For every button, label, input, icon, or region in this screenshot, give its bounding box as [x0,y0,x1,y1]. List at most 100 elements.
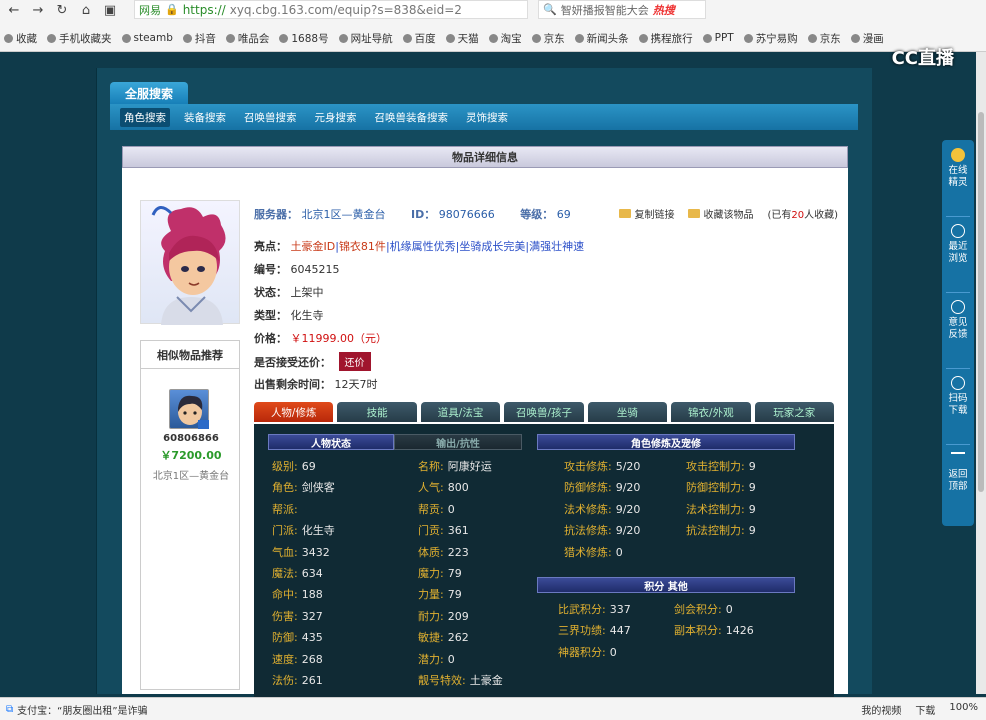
bag-icon[interactable]: ▣ [102,2,118,18]
char-stat-row: 门派: 化生寺 [272,522,335,538]
bookmark-label: 抖音 [194,32,216,45]
output-resist-header[interactable]: 输出/抗性 [394,434,522,450]
char-stat-row: 级别: 69 [272,458,316,474]
bookmark-item[interactable]: PPT [702,32,734,44]
detail-tab[interactable]: 道具/法宝 [420,402,501,422]
control-row: 抗法控制力: 9 [686,522,756,538]
right-sidebar-item[interactable]: 返回顶部 [942,452,974,493]
bookmark-label: 收藏 [16,32,37,45]
page-scrollbar[interactable] [976,52,986,694]
bookmark-label: 手机收藏夹 [59,32,112,45]
stat-value: 262 [447,631,469,645]
control-row: 攻击控制力: 9 [686,458,756,474]
detail-tab[interactable]: 人物/修炼 [254,402,334,422]
folder-icon [619,209,632,218]
subnav-item[interactable]: 召唤兽装备搜索 [371,108,453,127]
stat-value: 阿康好运 [447,460,492,473]
bookmark-item[interactable]: 天猫 [445,31,479,46]
right-sidebar-divider [946,292,970,293]
scrollbar-thumb[interactable] [978,112,984,492]
server-value: 北京1区—黄金台 [301,208,386,221]
bookmark-item[interactable]: 苏宁易购 [743,31,798,46]
bookmark-item[interactable]: 携程旅行 [638,31,693,46]
tab-all-server-search[interactable]: 全服搜索 [110,82,188,104]
stat-value: 1426 [725,624,754,638]
stat-key: 副本积分: [674,624,722,638]
number-value: 6045215 [290,263,340,276]
similar-item-id[interactable]: 60806866 [141,433,241,444]
bookmark-item[interactable]: 淘宝 [488,31,522,46]
bookmark-label: 京东 [819,32,841,45]
similar-item-avatar[interactable] [169,389,209,429]
right-sidebar-item[interactable]: 意见反馈 [942,300,974,341]
my-video-button[interactable]: 我的视频 [861,702,901,717]
stat-key: 人气: [418,481,444,495]
character-detail-panel: 人物状态 输出/抗性 角色修炼及宠修 积分 其他 级别: 69 角色: 剑侠客 帮派: 门… [254,424,834,698]
right-sidebar-item[interactable]: 最近浏览 [942,224,974,265]
bookmark-item[interactable]: 漫画 [850,31,884,46]
forward-icon[interactable]: → [30,2,46,18]
subnav-item[interactable]: 元身搜索 [311,108,361,127]
bookmark-icon [4,33,13,43]
collect-count: 20 [791,210,805,221]
sprite-icon [951,148,965,162]
right-sidebar-item[interactable]: 在线精灵 [942,148,974,189]
copy-link-button[interactable]: 复制链接 [619,206,674,221]
stat-value: 土豪金 [469,674,503,687]
clock-icon [951,224,965,238]
remain-time-value: 12天7时 [334,378,378,391]
bookmark-item[interactable]: 百度 [402,31,436,46]
folder-icon [688,209,701,218]
stat-value: 剑侠客 [301,481,335,495]
bookmark-label: 携程旅行 [650,32,693,45]
browser-search[interactable]: 🔍 智妍播报智能大会 热搜 [538,0,706,19]
counter-offer-button[interactable]: 还价 [338,352,371,371]
detail-tab[interactable]: 坐骑 [587,402,668,422]
back-icon[interactable]: ← [6,2,22,18]
item-actions: 复制链接 收藏该物品 (已有20人收藏) [619,206,838,221]
subnav-item[interactable]: 装备搜索 [180,108,230,127]
zoom-level[interactable]: 100% [949,702,978,717]
bookmark-item[interactable]: 京东 [531,31,565,46]
detail-tab[interactable]: 锦衣/外观 [671,402,751,422]
stat-key: 耐力: [418,609,444,623]
bookmark-item[interactable]: 新闻头条 [574,31,629,46]
bookmark-item[interactable]: steamb [121,32,173,44]
detail-tab[interactable]: 技能 [337,402,417,422]
bookmark-item[interactable]: 网址导航 [338,31,393,46]
points-row: 三界功绩: 447 [558,622,631,638]
bookmark-label: 漫画 [862,32,884,45]
level-value: 69 [556,208,571,221]
right-sidebar-divider [946,444,970,445]
right-sidebar-item[interactable]: 扫码下载 [942,376,974,417]
detail-tab[interactable]: 玩家之家 [754,402,834,422]
stat-value: 3432 [301,545,330,559]
detail-tabs: 人物/修炼 技能 道具/法宝 召唤兽/孩子 坐骑 锦衣/外观 玩家之家 [254,402,834,424]
reload-icon[interactable]: ↻ [54,2,70,18]
bookmark-item[interactable]: 抖音 [182,31,216,46]
bookmark-item[interactable]: 手机收藏夹 [47,31,112,46]
bookmark-item[interactable]: 京东 [807,31,841,46]
similar-avatar-art [178,395,209,429]
status-news[interactable]: 支付宝：“朋友圈出租”是诈骗 [17,702,147,717]
subnav-item[interactable]: 灵饰搜索 [462,108,512,127]
download-button[interactable]: 下载 [915,702,935,717]
highlights-label: 亮点： [254,240,287,253]
hot-badge: 热搜 [652,3,675,17]
bookmark-item[interactable]: 收藏 [4,31,37,46]
bookmark-item[interactable]: 唯品会 [225,31,269,46]
address-bar[interactable]: 网易 🔒 https:// xyq.cbg.163.com/equip?s=83… [134,0,528,19]
char-stat-row: 命中: 188 [272,586,323,602]
stat-key: 潜力: [418,652,444,666]
detail-tab[interactable]: 召唤兽/孩子 [504,402,584,422]
stat-value: 800 [447,481,469,495]
home-icon[interactable]: ⌂ [78,2,94,18]
subnav-item[interactable]: 角色搜索 [120,107,170,127]
char-stat-row: 伤害: 327 [272,608,323,624]
right-sidebar-divider [946,368,970,369]
stat-key: 抗法控制力: [686,524,745,538]
bookmark-item[interactable]: 1688号 [279,31,329,46]
stat-key: 伤害: [272,609,298,623]
subnav-item[interactable]: 召唤兽搜索 [240,108,301,127]
collect-button[interactable]: 收藏该物品 [688,206,753,221]
